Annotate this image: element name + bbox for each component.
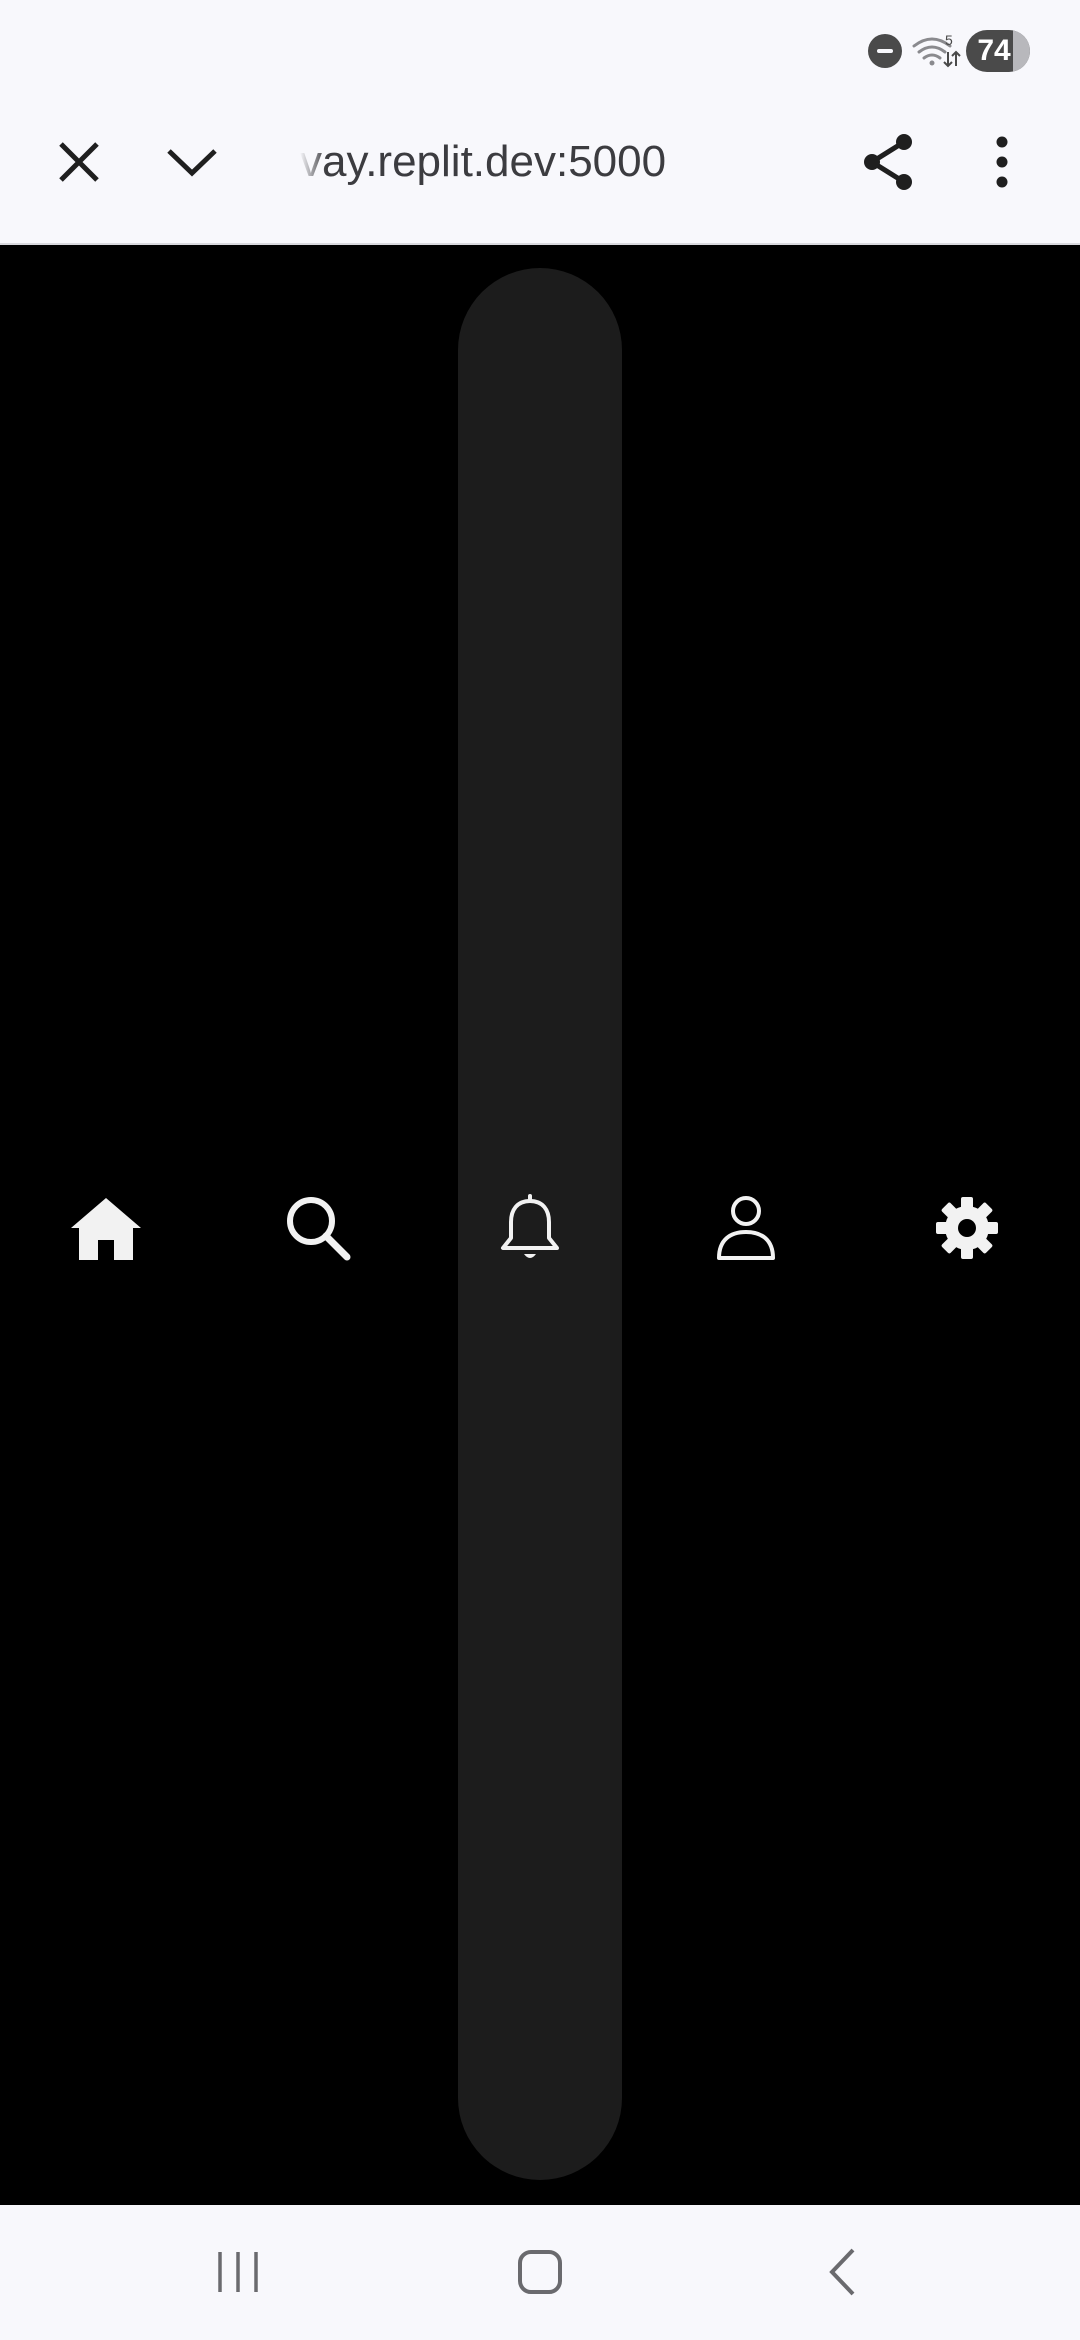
phone-screen: 5 74 vay.replit.dev:5000 (0, 0, 1080, 2340)
browser-toolbar: vay.replit.dev:5000 (0, 100, 1080, 245)
battery-level: 74 (977, 34, 1011, 67)
status-bar: 5 74 (0, 0, 1080, 100)
recents-icon (218, 2252, 258, 2292)
web-content (0, 245, 1080, 2205)
nav-settings-button[interactable] (922, 1183, 1012, 1273)
wifi-icon: 5 (912, 32, 961, 68)
recents-button[interactable] (188, 2227, 288, 2317)
nav-notifications-button[interactable] (485, 1183, 575, 1273)
nav-search-button[interactable] (273, 1183, 363, 1273)
chevron-down-icon (167, 149, 217, 177)
share-icon (864, 134, 912, 190)
url-bar[interactable]: vay.replit.dev:5000 (300, 136, 720, 188)
nav-home-button[interactable] (61, 1183, 151, 1273)
gear-icon (936, 1197, 998, 1259)
more-vert-icon (996, 136, 1008, 188)
nav-profile-button[interactable] (701, 1183, 791, 1273)
system-navigation-bar (0, 2205, 1080, 2340)
home-button-icon (518, 2250, 562, 2294)
minimize-button[interactable] (152, 122, 232, 202)
close-button[interactable] (39, 122, 119, 202)
search-icon (287, 1197, 351, 1261)
share-button[interactable] (848, 122, 928, 202)
more-options-button[interactable] (962, 122, 1042, 202)
user-icon (717, 1196, 775, 1260)
home-icon (71, 1198, 141, 1260)
close-icon (59, 142, 99, 182)
wifi-badge: 5 (945, 32, 953, 48)
bell-icon (501, 1194, 559, 1258)
battery-icon: 74 (966, 30, 1030, 72)
home-system-button[interactable] (490, 2227, 590, 2317)
do-not-disturb-icon (868, 34, 902, 68)
back-button[interactable] (792, 2227, 892, 2317)
back-icon (829, 2248, 855, 2296)
